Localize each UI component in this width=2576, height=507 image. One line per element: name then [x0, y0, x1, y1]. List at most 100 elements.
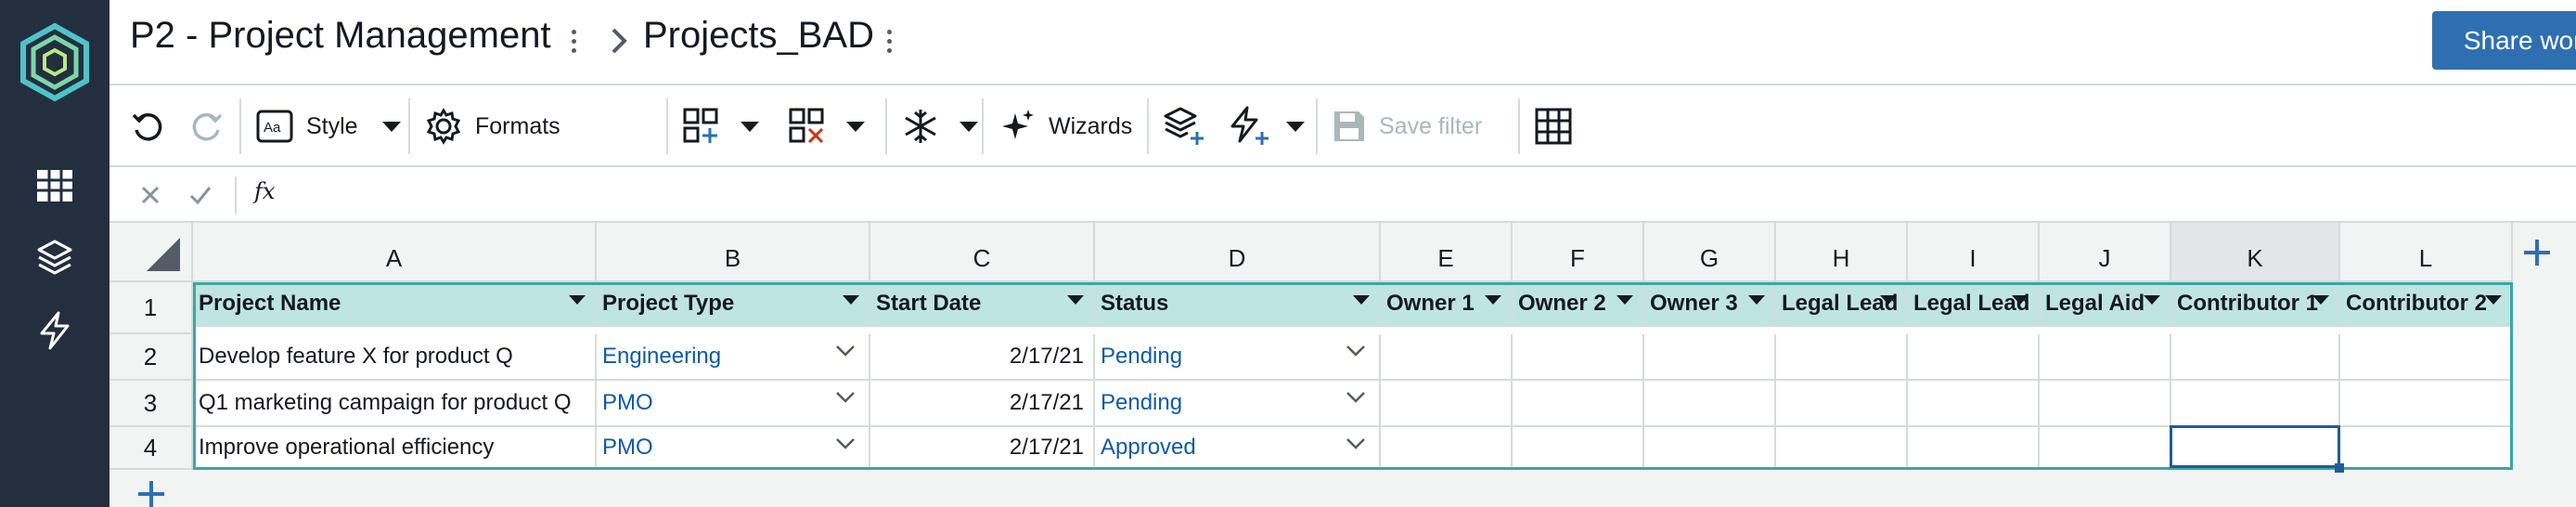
column-header-h[interactable]: H	[1776, 223, 1908, 282]
nav-automations-bolt-icon[interactable]	[27, 303, 83, 358]
filter-caret-icon[interactable]	[2312, 295, 2329, 305]
save-filter-button[interactable]: Save filter	[1333, 85, 1482, 167]
cell-project-name[interactable]: Develop feature X for product Q	[193, 334, 597, 381]
chevron-down-icon[interactable]	[833, 342, 857, 360]
delete-row-button[interactable]	[789, 85, 865, 167]
add-column-icon[interactable]	[2518, 234, 2556, 271]
chevron-down-icon[interactable]	[833, 435, 857, 453]
filter-caret-icon[interactable]	[2485, 295, 2502, 305]
share-workbook-button[interactable]: Share workbook	[2432, 11, 2576, 70]
status-value[interactable]: Approved	[1101, 435, 1196, 461]
filter-caret-icon[interactable]	[2144, 295, 2160, 305]
table-header-cell[interactable]: Start Date	[870, 282, 1095, 327]
cell-contributor-2[interactable]	[2340, 334, 2513, 381]
filter-caret-icon[interactable]	[1485, 295, 1501, 305]
project-type-value[interactable]: Engineering	[602, 344, 721, 370]
cell-contributor-2[interactable]	[2340, 381, 2513, 427]
nav-layers-icon[interactable]	[27, 229, 83, 285]
cell-start-date[interactable]: 2/17/21	[870, 427, 1095, 470]
table-header-cell[interactable]: Owner 2	[1513, 282, 1644, 327]
cell-legal-aid[interactable]	[2040, 427, 2171, 470]
cell-legal-lead[interactable]	[1776, 427, 1908, 470]
table-header-cell[interactable]: Owner 1	[1381, 282, 1513, 327]
cell-project-type[interactable]: Engineering	[597, 334, 870, 381]
cell-owner-3[interactable]	[1644, 381, 1776, 427]
cell-contributor-1-selected[interactable]	[2171, 427, 2340, 470]
cell-project-type[interactable]: PMO	[597, 381, 870, 427]
filter-caret-icon[interactable]	[1880, 295, 1897, 305]
chevron-down-icon[interactable]	[1344, 435, 1368, 453]
cell-start-date[interactable]: 2/17/21	[870, 381, 1095, 427]
cell-legal-lead[interactable]	[1776, 334, 1908, 381]
cell-legal-lead-2[interactable]	[1908, 334, 2040, 381]
project-type-value[interactable]: PMO	[602, 390, 653, 416]
formats-button[interactable]: Formats	[425, 85, 560, 167]
cell-owner-1[interactable]	[1381, 427, 1513, 470]
cell-project-type[interactable]: PMO	[597, 427, 870, 470]
style-button[interactable]: Aa Style	[256, 85, 401, 167]
row-header-3[interactable]: 3	[109, 381, 193, 427]
cell-owner-2[interactable]	[1513, 334, 1644, 381]
wizards-button[interactable]: Wizards	[998, 85, 1132, 167]
workbook-menu-icon[interactable]	[564, 22, 583, 59]
cell-owner-2[interactable]	[1513, 427, 1644, 470]
cell-start-date[interactable]: 2/17/21	[870, 334, 1095, 381]
table-header-cell[interactable]: Owner 3	[1644, 282, 1776, 327]
table-header-cell[interactable]: Contributor 2	[2340, 282, 2513, 327]
column-header-g[interactable]: G	[1644, 223, 1776, 282]
column-header-i[interactable]: I	[1908, 223, 2040, 282]
workbook-title[interactable]: P2 - Project Management	[130, 15, 551, 57]
status-value[interactable]: Pending	[1101, 390, 1182, 416]
add-automation-button[interactable]	[1229, 85, 1305, 167]
table-header-cell[interactable]: Status	[1095, 282, 1381, 327]
filter-caret-icon[interactable]	[1067, 295, 1084, 305]
freeze-button[interactable]	[902, 85, 978, 167]
add-row-button[interactable]	[683, 85, 759, 167]
cell-owner-1[interactable]	[1381, 381, 1513, 427]
honeycode-logo-icon[interactable]	[15, 22, 95, 102]
row-header-4[interactable]: 4	[109, 427, 193, 470]
filter-caret-icon[interactable]	[1353, 295, 1370, 305]
column-header-e[interactable]: E	[1381, 223, 1513, 282]
chevron-down-icon[interactable]	[1344, 388, 1368, 407]
column-header-a[interactable]: A	[193, 223, 597, 282]
cell-status[interactable]: Pending	[1095, 334, 1381, 381]
filter-caret-icon[interactable]	[2012, 295, 2029, 305]
cancel-edit-icon[interactable]	[134, 178, 167, 212]
table-header-cell[interactable]: Legal Lead	[1908, 282, 2040, 327]
add-layer-button[interactable]	[1164, 85, 1204, 167]
column-header-f[interactable]: F	[1513, 223, 1644, 282]
cell-legal-lead-2[interactable]	[1908, 427, 2040, 470]
column-header-d[interactable]: D	[1095, 223, 1381, 282]
project-type-value[interactable]: PMO	[602, 435, 653, 461]
redo-button[interactable]	[191, 85, 225, 167]
table-header-cell[interactable]: Contributor 1	[2171, 282, 2340, 327]
column-header-k[interactable]: K	[2171, 223, 2340, 282]
cell-contributor-1[interactable]	[2171, 334, 2340, 381]
cell-contributor-1[interactable]	[2171, 381, 2340, 427]
cell-legal-aid[interactable]	[2040, 381, 2171, 427]
chevron-down-icon[interactable]	[833, 388, 857, 407]
table-header-cell[interactable]: Project Type	[597, 282, 870, 327]
sheet-title[interactable]: Projects_BAD	[643, 15, 874, 57]
undo-button[interactable]	[130, 85, 163, 167]
nav-tables-icon[interactable]	[27, 158, 83, 214]
column-header-b[interactable]: B	[597, 223, 870, 282]
row-header-1[interactable]: 1	[109, 282, 193, 334]
column-header-j[interactable]: J	[2040, 223, 2171, 282]
column-header-c[interactable]: C	[870, 223, 1095, 282]
add-row-icon[interactable]	[133, 475, 170, 507]
row-header-2[interactable]: 2	[109, 334, 193, 381]
cell-contributor-2[interactable]	[2340, 427, 2513, 470]
status-value[interactable]: Pending	[1101, 344, 1182, 370]
cell-legal-aid[interactable]	[2040, 334, 2171, 381]
confirm-edit-icon[interactable]	[184, 178, 217, 212]
chevron-down-icon[interactable]	[1344, 342, 1368, 360]
cell-status[interactable]: Approved	[1095, 427, 1381, 470]
cell-owner-3[interactable]	[1644, 427, 1776, 470]
fill-handle[interactable]	[2335, 463, 2344, 473]
cell-status[interactable]: Pending	[1095, 381, 1381, 427]
sheet-menu-icon[interactable]	[880, 22, 898, 59]
formula-input[interactable]	[295, 173, 2567, 217]
cell-legal-lead[interactable]	[1776, 381, 1908, 427]
